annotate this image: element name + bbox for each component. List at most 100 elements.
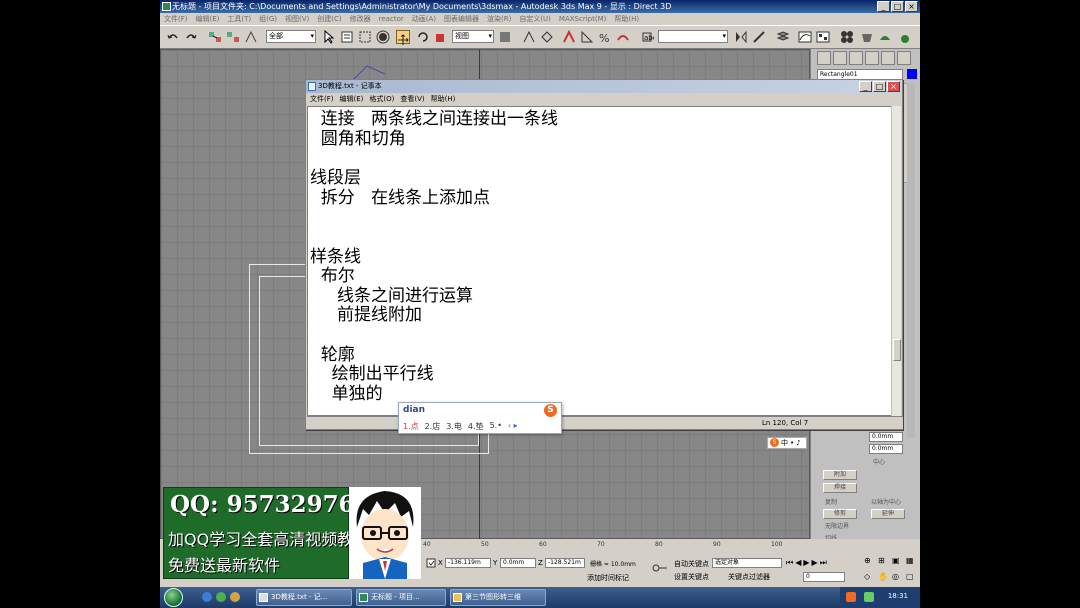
menu-file[interactable]: 文件(F) — [164, 13, 188, 25]
ime-page-arrows-icon[interactable]: ‹ ▸ — [508, 421, 518, 432]
render-scene-icon[interactable] — [860, 30, 874, 44]
taskbar-item-folder[interactable]: 第三节图形转三维 — [450, 589, 546, 606]
create-tab-icon[interactable] — [817, 51, 831, 65]
keyboard-shortcut-icon[interactable] — [540, 30, 554, 44]
key-filters-button[interactable]: 关键点过滤器 — [728, 572, 770, 582]
active-shade-icon[interactable] — [898, 30, 912, 44]
set-key-button[interactable]: 设置关键点 — [674, 572, 709, 582]
ime-mode-label[interactable]: 中 — [781, 438, 788, 448]
taskbar-item-max[interactable]: 无标题 - 项目... — [356, 589, 446, 606]
sogou-tray-icon[interactable] — [846, 592, 856, 602]
clock[interactable]: 18:31 — [888, 592, 908, 600]
menu-help[interactable]: 帮助(H) — [614, 13, 639, 25]
notepad-menu-help[interactable]: 帮助(H) — [431, 93, 456, 105]
link-icon[interactable] — [208, 30, 222, 44]
unlink-icon[interactable] — [226, 30, 240, 44]
maximize-viewport-icon[interactable]: ▢ — [906, 572, 918, 586]
percent-snap-icon[interactable]: % — [598, 30, 612, 44]
ime-skin-icon[interactable]: ♪ — [796, 438, 800, 448]
scrollbar-thumb[interactable] — [893, 339, 901, 361]
redo-icon[interactable] — [184, 30, 198, 44]
mirror-icon[interactable] — [734, 30, 748, 44]
rotate-icon[interactable] — [416, 30, 430, 44]
select-by-name-icon[interactable] — [340, 30, 354, 44]
attach-button[interactable]: 附加 — [823, 470, 857, 480]
next-frame-icon[interactable]: ▶ — [812, 558, 818, 569]
prev-frame-icon[interactable]: ◀ — [795, 558, 801, 569]
bind-spacewarp-icon[interactable] — [244, 30, 258, 44]
radius-field-2[interactable]: 0.0mm — [869, 444, 903, 454]
command-panel-scrollbar[interactable] — [907, 83, 915, 438]
pivot-icon[interactable] — [498, 30, 512, 44]
fov-icon[interactable]: ◇ — [864, 572, 876, 586]
menu-customize[interactable]: 自定义(U) — [519, 13, 551, 25]
add-time-tag[interactable]: 添加时间标记 — [587, 573, 629, 583]
menu-edit[interactable]: 编辑(E) — [196, 13, 220, 25]
notepad-title-bar[interactable]: 3D教程.txt - 记事本 _ □ × — [306, 80, 902, 93]
notepad-text-area[interactable]: 连接 两条线之间连接出一条线 圆角和切角 线段层 拆分 在线条上添加点 样条线 … — [307, 106, 892, 416]
media-icon[interactable] — [216, 592, 226, 602]
snap-3d-icon[interactable] — [562, 30, 576, 44]
maximize-button[interactable]: □ — [891, 1, 904, 12]
taskbar-item-notepad[interactable]: 3D教程.txt - 记... — [256, 589, 352, 606]
angle-snap-icon[interactable] — [580, 30, 594, 44]
axis-center-checkbox[interactable]: 以轴为中心 — [871, 497, 901, 506]
menu-tools[interactable]: 工具(T) — [227, 13, 251, 25]
layer-manager-icon[interactable] — [776, 30, 790, 44]
undo-icon[interactable] — [166, 30, 180, 44]
menu-rendering[interactable]: 渲染(R) — [487, 13, 511, 25]
menu-views[interactable]: 视图(V) — [285, 13, 309, 25]
named-selection-dropdown[interactable] — [658, 30, 728, 43]
notepad-maximize-button[interactable]: □ — [873, 81, 886, 92]
volume-tray-icon[interactable] — [864, 592, 874, 602]
current-frame-field[interactable]: 0 — [803, 572, 845, 582]
utilities-tab-icon[interactable] — [897, 51, 911, 65]
zoom-extents-icon[interactable]: ▣ — [892, 556, 904, 570]
manipulate-icon[interactable] — [522, 30, 536, 44]
goto-end-icon[interactable]: ⏭ — [820, 558, 827, 569]
notepad-menu-edit[interactable]: 编辑(E) — [340, 93, 364, 105]
menu-reactor[interactable]: reactor — [379, 13, 404, 25]
y-coord-field[interactable]: 0.0mm — [500, 558, 536, 568]
ime-candidate[interactable]: 5.• — [490, 421, 502, 432]
ie-icon[interactable] — [202, 592, 212, 602]
lock-selection-icon[interactable] — [426, 558, 436, 568]
selection-filter-dropdown[interactable]: 全部 — [266, 30, 316, 43]
zoom-icon[interactable]: ⊕ — [864, 556, 876, 570]
menu-group[interactable]: 组(G) — [259, 13, 277, 25]
selection-set-dropdown[interactable]: 选定对象 — [712, 558, 782, 568]
ime-status-bar[interactable]: S 中 • ♪ — [767, 437, 807, 449]
menu-maxscript[interactable]: MAXScript(M) — [559, 13, 606, 25]
extend-button[interactable]: 延伸 — [871, 509, 905, 519]
explorer-icon[interactable] — [230, 592, 240, 602]
ime-candidate[interactable]: 4.垫 — [468, 421, 484, 432]
scale-icon[interactable] — [434, 30, 448, 44]
close-button[interactable]: × — [905, 1, 918, 12]
x-coord-field[interactable]: -136.119m — [445, 558, 491, 568]
orbit-icon[interactable]: ◎ — [892, 572, 904, 586]
motion-tab-icon[interactable] — [865, 51, 879, 65]
radius-field-1[interactable]: 0.0mm — [869, 432, 903, 442]
menu-create[interactable]: 创建(C) — [317, 13, 341, 25]
infinite-bounds-checkbox[interactable]: 无限边界 — [825, 521, 849, 530]
rect-selection-icon[interactable] — [358, 30, 372, 44]
named-selection-icon[interactable]: abc — [640, 30, 654, 44]
start-button[interactable] — [164, 588, 183, 607]
minimize-button[interactable]: _ — [877, 1, 890, 12]
ref-coord-dropdown[interactable]: 视图 — [452, 30, 494, 43]
time-ruler[interactable]: 40 50 60 70 80 90 100 — [423, 541, 803, 551]
play-icon[interactable]: ▶ — [803, 558, 809, 569]
notepad-menu-file[interactable]: 文件(F) — [310, 93, 334, 105]
menu-modifiers[interactable]: 修改器 — [350, 13, 371, 25]
notepad-menu-view[interactable]: 查看(V) — [400, 93, 424, 105]
zoom-all-icon[interactable]: ⊞ — [878, 556, 890, 570]
notepad-minimize-button[interactable]: _ — [859, 81, 872, 92]
quick-render-icon[interactable] — [878, 30, 892, 44]
ime-punct-icon[interactable]: • — [790, 438, 794, 448]
key-icon[interactable] — [652, 563, 668, 573]
ime-candidate[interactable]: 1.点 — [403, 421, 419, 432]
material-editor-icon[interactable] — [840, 30, 854, 44]
hierarchy-tab-icon[interactable] — [849, 51, 863, 65]
move-icon[interactable] — [396, 30, 410, 46]
pan-icon[interactable]: ✋ — [878, 572, 890, 586]
